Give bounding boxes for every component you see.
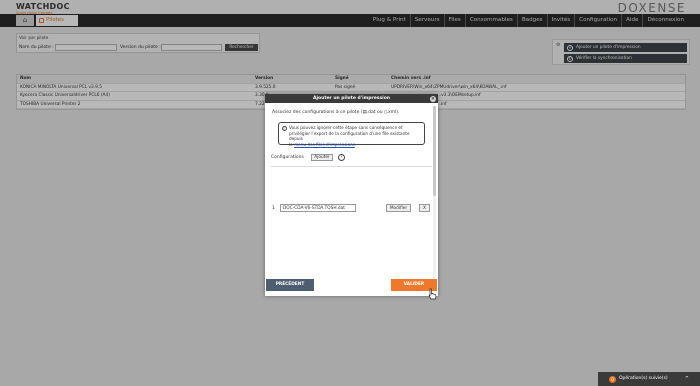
modal-scrollbar[interactable] — [433, 106, 436, 282]
config-row-index: 1 — [272, 206, 275, 211]
associate-text-part2: .dat ou — [366, 110, 385, 115]
chevron-up-icon[interactable]: ^ — [685, 372, 689, 386]
associate-text-part1: Associez des configurations à ce pilote … — [272, 110, 363, 115]
previous-button[interactable]: PRÉCÉDENT — [266, 279, 314, 291]
hand-cursor-icon — [428, 288, 437, 300]
configurations-label: Configurations — [271, 155, 304, 160]
close-icon[interactable]: × — [430, 95, 436, 102]
divider — [271, 166, 432, 167]
modify-config-button[interactable]: Modifier — [386, 204, 411, 212]
operations-panel[interactable]: 0 Opération(s) suivie(s) ^ — [598, 372, 700, 386]
info-box: i Vous pouvez ignorer cette étape sans c… — [278, 122, 425, 148]
info-line-2: privilégier l'export de la configuration… — [289, 130, 410, 142]
info-line-3: le menu des files d'impressions. — [289, 142, 420, 148]
info-line-1: Vous pouvez ignorer cette étape sans con… — [289, 125, 403, 130]
modal-title: Ajouter un pilote d'impression × — [265, 94, 438, 103]
operations-label: Opération(s) suivie(s) — [619, 376, 668, 381]
add-configuration-button[interactable]: Ajouter — [311, 154, 333, 161]
info-line-3-suffix: . — [354, 141, 357, 147]
associate-text-part3: .xml). — [386, 110, 400, 115]
info-icon: i — [281, 125, 287, 131]
print-queues-menu-link[interactable]: menu des files d'impressions — [294, 142, 355, 147]
operations-count-badge: 0 — [609, 375, 616, 383]
modal-title-text: Ajouter un pilote d'impression — [313, 96, 390, 101]
config-file-field[interactable]: DOC-CDA-V6-STDA.TOSH.dat — [280, 204, 356, 212]
help-icon[interactable]: ? — [338, 153, 345, 161]
remove-config-button[interactable]: X — [419, 204, 430, 212]
associate-config-text: Associez des configurations à ce pilote … — [272, 110, 399, 115]
add-driver-modal: Ajouter un pilote d'impression × Associe… — [265, 94, 438, 296]
scrollbar-thumb[interactable] — [433, 106, 436, 196]
